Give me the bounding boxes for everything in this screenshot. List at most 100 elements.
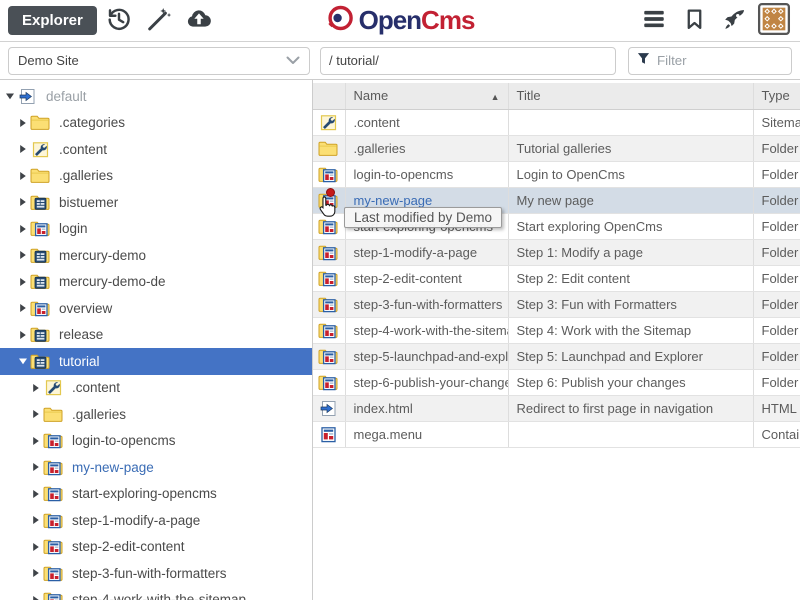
user-avatar-button[interactable] [756, 4, 792, 38]
folder-icon[interactable] [313, 135, 345, 161]
table-row-content[interactable]: .content Sitemap configuration folder [313, 109, 800, 135]
cell-type[interactable]: Sitemap configuration folder [753, 109, 800, 135]
table-row-step-6-publish-your-changes[interactable]: step-6-publish-your-changesStep 6: Publi… [313, 369, 800, 395]
folder-page-icon[interactable] [313, 343, 345, 369]
cell-type[interactable]: Folder [753, 317, 800, 343]
cell-title[interactable] [508, 421, 753, 447]
cell-name[interactable]: .content [345, 109, 508, 135]
folder-page-icon[interactable] [313, 369, 345, 395]
chevron-down-icon[interactable] [4, 92, 15, 100]
upload-button[interactable] [181, 4, 217, 38]
folder-page-icon[interactable] [313, 187, 345, 213]
table-row-megamenu[interactable]: mega.menuContainer page [313, 421, 800, 447]
path-input[interactable] [320, 47, 616, 75]
chevron-right-icon[interactable] [30, 568, 41, 578]
cell-title[interactable]: Tutorial galleries [508, 135, 753, 161]
menu-button[interactable] [636, 4, 672, 38]
tree-item-categories[interactable]: .categories [0, 110, 312, 137]
cell-name[interactable]: login-to-opencms [345, 161, 508, 187]
cell-type[interactable]: Folder [753, 135, 800, 161]
chevron-right-icon[interactable] [17, 197, 28, 207]
cell-name[interactable]: index.html [345, 395, 508, 421]
folder-page-icon[interactable] [313, 161, 345, 187]
rocket-button[interactable] [716, 4, 752, 38]
column-header-title[interactable]: Title [508, 83, 753, 109]
cell-title[interactable]: My new page [508, 187, 753, 213]
tree-item-overview[interactable]: overview [0, 295, 312, 322]
history-button[interactable] [101, 4, 137, 38]
filter-input[interactable] [657, 49, 767, 73]
cell-title[interactable]: Redirect to first page in navigation [508, 395, 753, 421]
folder-page-icon[interactable] [313, 265, 345, 291]
column-header-icon[interactable] [313, 83, 345, 109]
chevron-down-icon[interactable] [17, 357, 28, 365]
cell-type[interactable]: Folder [753, 187, 800, 213]
cell-title[interactable]: Start exploring OpenCms [508, 213, 753, 239]
explorer-app-button[interactable]: Explorer [8, 6, 97, 35]
chevron-right-icon[interactable] [30, 409, 41, 419]
column-header-type[interactable]: Type [753, 83, 800, 109]
tree-item-mercury-demo-de[interactable]: mercury-demo-de [0, 269, 312, 296]
cell-type[interactable]: Folder [753, 343, 800, 369]
tree-item-login[interactable]: login [0, 216, 312, 243]
cell-title[interactable]: Login to OpenCms [508, 161, 753, 187]
chevron-right-icon[interactable] [30, 542, 41, 552]
cell-type[interactable]: HTML Redirect [753, 395, 800, 421]
page-container-icon[interactable] [313, 421, 345, 447]
folder-page-icon[interactable] [313, 317, 345, 343]
chevron-right-icon[interactable] [30, 436, 41, 446]
tree-item-default[interactable]: default [0, 83, 312, 110]
table-row-step-3-fun-with-formatters[interactable]: step-3-fun-with-formattersStep 3: Fun wi… [313, 291, 800, 317]
cell-name[interactable]: step-3-fun-with-formatters [345, 291, 508, 317]
table-row-login-to-opencms[interactable]: login-to-opencmsLogin to OpenCmsFolder [313, 161, 800, 187]
cell-type[interactable]: Folder [753, 161, 800, 187]
tree-item-start-exploring-opencms[interactable]: start-exploring-opencms [0, 481, 312, 508]
cell-name[interactable]: step-1-modify-a-page [345, 239, 508, 265]
tree-item-release[interactable]: release [0, 322, 312, 349]
wand-button[interactable] [141, 4, 177, 38]
tree-item-content[interactable]: .content [0, 136, 312, 163]
cell-title[interactable]: Step 5: Launchpad and Explorer [508, 343, 753, 369]
table-row-galleries[interactable]: .galleriesTutorial galleriesFolder [313, 135, 800, 161]
tree-item-galleries[interactable]: .galleries [0, 163, 312, 190]
cell-type[interactable]: Folder [753, 369, 800, 395]
cell-type[interactable]: Folder [753, 265, 800, 291]
chevron-right-icon[interactable] [17, 277, 28, 287]
cell-name[interactable]: step-4-work-with-the-sitemap [345, 317, 508, 343]
cell-title[interactable]: Step 2: Edit content [508, 265, 753, 291]
cell-name[interactable]: step-5-launchpad-and-explorer [345, 343, 508, 369]
chevron-right-icon[interactable] [30, 515, 41, 525]
table-row-step-4-work-with-the-sitemap[interactable]: step-4-work-with-the-sitemapStep 4: Work… [313, 317, 800, 343]
page-arrow-icon[interactable] [313, 395, 345, 421]
folder-page-icon[interactable] [313, 213, 345, 239]
cell-title[interactable]: Step 1: Modify a page [508, 239, 753, 265]
table-row-step-5-launchpad-and-explorer[interactable]: step-5-launchpad-and-explorerStep 5: Lau… [313, 343, 800, 369]
column-header-name[interactable]: Name ▲ [345, 83, 508, 109]
cell-title[interactable] [508, 109, 753, 135]
chevron-right-icon[interactable] [17, 224, 28, 234]
chevron-right-icon[interactable] [17, 118, 28, 128]
table-row-step-2-edit-content[interactable]: step-2-edit-contentStep 2: Edit contentF… [313, 265, 800, 291]
cell-type[interactable]: Folder [753, 291, 800, 317]
chevron-right-icon[interactable] [30, 489, 41, 499]
chevron-right-icon[interactable] [17, 171, 28, 181]
cell-title[interactable]: Step 3: Fun with Formatters [508, 291, 753, 317]
tree-item-step-4-work-with-the-sitemap[interactable]: step-4-work-with-the-sitemap [0, 587, 312, 600]
chevron-right-icon[interactable] [17, 303, 28, 313]
bookmark-button[interactable] [676, 4, 712, 38]
tree-item-tutorial[interactable]: tutorial [0, 348, 312, 375]
cell-type[interactable]: Folder [753, 239, 800, 265]
cell-type[interactable]: Folder [753, 213, 800, 239]
page-wrench-icon[interactable] [313, 109, 345, 135]
folder-page-icon[interactable] [313, 239, 345, 265]
folder-page-icon[interactable] [313, 291, 345, 317]
tree-item-step-3-fun-with-formatters[interactable]: step-3-fun-with-formatters [0, 560, 312, 587]
cell-name[interactable]: step-2-edit-content [345, 265, 508, 291]
chevron-right-icon[interactable] [17, 330, 28, 340]
cell-name[interactable]: mega.menu [345, 421, 508, 447]
tree-item-step-2-edit-content[interactable]: step-2-edit-content [0, 534, 312, 561]
tree-item-bistuemer[interactable]: bistuemer [0, 189, 312, 216]
tree-item-login-to-opencms[interactable]: login-to-opencms [0, 428, 312, 455]
chevron-right-icon[interactable] [30, 383, 41, 393]
tree-item-galleries[interactable]: .galleries [0, 401, 312, 428]
